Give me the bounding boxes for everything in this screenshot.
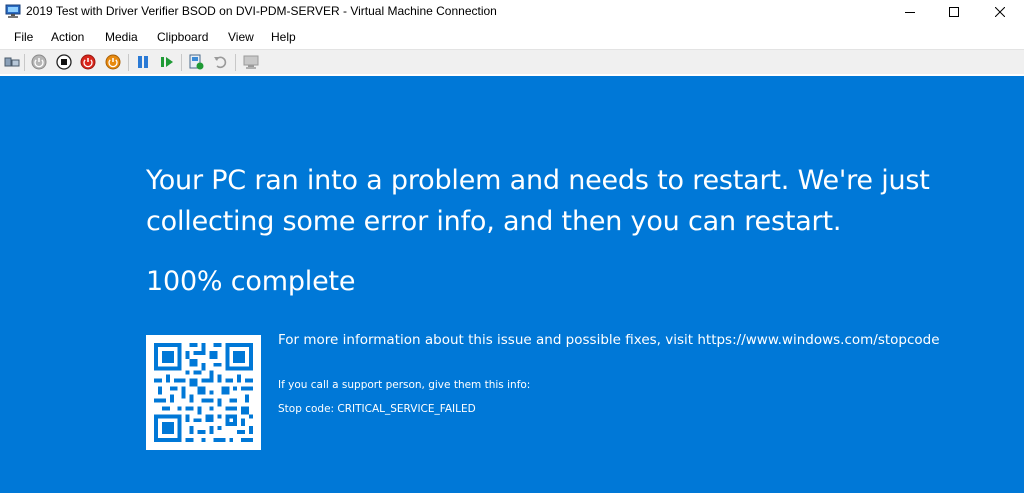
vm-screen[interactable]: Your PC ran into a problem and needs to …	[0, 76, 1024, 493]
menu-file[interactable]: File	[14, 30, 33, 44]
menu-action[interactable]: Action	[51, 30, 84, 44]
save-icon[interactable]	[105, 54, 121, 70]
menu-clipboard[interactable]: Clipboard	[157, 30, 208, 44]
bsod-progress: 100% complete	[146, 266, 356, 297]
pause-icon[interactable]	[135, 54, 151, 70]
stopcode-info-link: For more information about this issue an…	[278, 332, 940, 348]
title-bar: 2019 Test with Driver Verifier BSOD on D…	[0, 0, 1024, 24]
maximize-icon	[949, 7, 959, 17]
qr-code	[146, 335, 261, 450]
toolbar-separator	[128, 54, 129, 71]
start-icon[interactable]	[31, 54, 47, 70]
checkpoint-icon[interactable]	[188, 54, 204, 70]
resume-icon[interactable]	[159, 54, 175, 70]
support-info: If you call a support person, give them …	[278, 379, 531, 391]
toolbar-separator	[181, 54, 182, 71]
toolbar-separator	[24, 54, 25, 71]
menu-view[interactable]: View	[228, 30, 254, 44]
close-button[interactable]	[977, 0, 1023, 24]
revert-icon[interactable]	[212, 54, 228, 70]
vm-connection-icon	[5, 4, 21, 19]
minimize-button[interactable]	[887, 0, 933, 24]
turn-off-icon[interactable]	[56, 54, 72, 70]
bsod-headline: Your PC ran into a problem and needs to …	[146, 165, 930, 237]
minimize-icon	[905, 12, 915, 13]
ctrl-alt-del-icon[interactable]	[4, 54, 20, 70]
menu-help[interactable]: Help	[271, 30, 296, 44]
close-icon	[995, 7, 1005, 17]
enhanced-session-icon[interactable]	[243, 54, 259, 70]
menu-media[interactable]: Media	[105, 30, 138, 44]
window-title: 2019 Test with Driver Verifier BSOD on D…	[26, 4, 497, 18]
stop-code: Stop code: CRITICAL_SERVICE_FAILED	[278, 403, 476, 415]
toolbar	[0, 49, 1024, 74]
toolbar-separator	[235, 54, 236, 71]
maximize-button[interactable]	[931, 0, 977, 24]
shut-down-icon[interactable]	[80, 54, 96, 70]
menu-bar: File Action Media Clipboard View Help	[0, 26, 1024, 48]
